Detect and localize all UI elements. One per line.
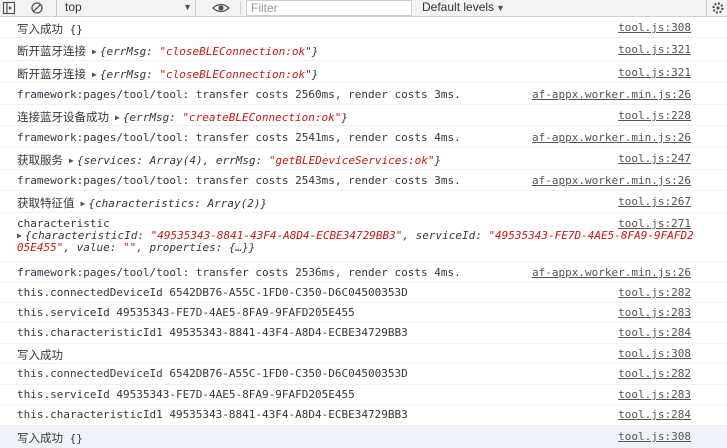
context-value: top xyxy=(65,0,82,14)
console-message: this.serviceId 49535343-FE7D-4AE5-8FA9-9… xyxy=(0,385,727,405)
console-message: 获取服务 ▶ {services: Array(4), errMsg: "getBL… xyxy=(0,148,727,170)
console-message: 断开蓝牙连接 ▶ {errMsg: "closeBLEConnection:ok"}… xyxy=(0,61,727,83)
clear-console-icon[interactable] xyxy=(30,1,44,15)
console-message: framework:pages/tool/tool: transfer cost… xyxy=(0,83,727,105)
source-link[interactable]: tool.js:308 xyxy=(618,430,691,443)
expand-triangle-icon[interactable]: ▶ xyxy=(17,231,22,240)
sidebar-toggle-icon[interactable] xyxy=(2,1,16,15)
console-message: 写入成功 {} tool.js:308 xyxy=(0,426,727,448)
chevron-down-icon: ▼ xyxy=(183,2,192,12)
eye-icon[interactable] xyxy=(211,1,231,15)
source-link[interactable]: tool.js:308 xyxy=(618,21,691,34)
toolbar-divider xyxy=(240,2,241,14)
source-link[interactable]: tool.js:308 xyxy=(618,347,691,360)
console-message: 断开蓝牙连接 ▶ {errMsg: "closeBLEConnection:ok"}… xyxy=(0,38,727,61)
console-message: this.characteristicId1 49535343-8841-43F… xyxy=(0,323,727,344)
chevron-down-icon: ▼ xyxy=(496,3,505,13)
console-message: this.serviceId 49535343-FE7D-4AE5-8FA9-9… xyxy=(0,303,727,323)
source-link[interactable]: tool.js:284 xyxy=(618,408,691,421)
source-link[interactable]: af-appx.worker.min.js:26 xyxy=(532,131,691,144)
source-link[interactable]: tool.js:228 xyxy=(618,109,691,122)
console-message: framework:pages/tool/tool: transfer cost… xyxy=(0,126,727,148)
expand-triangle-icon[interactable]: ▶ xyxy=(69,156,74,165)
console-message: this.connectedDeviceId 6542DB76-A55C-1FD… xyxy=(0,364,727,385)
console-toolbar: top ▼ Default levels▼ xyxy=(0,0,727,17)
source-link[interactable]: tool.js:282 xyxy=(618,367,691,380)
expand-triangle-icon[interactable]: ▶ xyxy=(115,113,120,122)
console-message: 获取特征值 ▶ {characteristics: Array(2)} tool.j… xyxy=(0,191,727,213)
source-link[interactable]: tool.js:284 xyxy=(618,326,691,339)
console-message: 写入成功 tool.js:308 xyxy=(0,344,727,364)
expand-triangle-icon[interactable]: ▶ xyxy=(81,199,86,208)
source-link[interactable]: tool.js:321 xyxy=(618,43,691,56)
console-message: this.connectedDeviceId 6542DB76-A55C-1FD… xyxy=(0,283,727,303)
source-link[interactable]: tool.js:283 xyxy=(618,388,691,401)
console-message: 写入成功 {} tool.js:308 xyxy=(0,17,727,38)
source-link[interactable]: tool.js:282 xyxy=(618,286,691,299)
console-message: characteristic tool.js:271 ▶ {characteris… xyxy=(0,213,727,262)
expand-triangle-icon[interactable]: ▶ xyxy=(92,70,97,79)
source-link[interactable]: tool.js:321 xyxy=(618,66,691,79)
context-selector[interactable]: top ▼ xyxy=(56,0,196,16)
log-levels-dropdown[interactable]: Default levels ▼ xyxy=(422,0,505,16)
console-message: framework:pages/tool/tool: transfer cost… xyxy=(0,262,727,283)
console-message: framework:pages/tool/tool: transfer cost… xyxy=(0,170,727,191)
source-link[interactable]: tool.js:283 xyxy=(618,306,691,319)
log-levels-label: Default levels xyxy=(422,0,495,14)
source-link[interactable]: af-appx.worker.min.js:26 xyxy=(532,266,691,279)
gear-icon[interactable] xyxy=(706,0,727,16)
console-message: this.characteristicId1 49535343-8841-43F… xyxy=(0,405,727,426)
source-link[interactable]: af-appx.worker.min.js:26 xyxy=(532,88,691,101)
source-link[interactable]: tool.js:247 xyxy=(618,152,691,165)
expand-triangle-icon[interactable]: ▶ xyxy=(92,47,97,56)
filter-input[interactable] xyxy=(246,0,412,16)
console-message: 连接蓝牙设备成功 ▶ {errMsg: "createBLEConnection:o… xyxy=(0,105,727,126)
source-link[interactable]: af-appx.worker.min.js:26 xyxy=(532,174,691,187)
source-link[interactable]: tool.js:267 xyxy=(618,195,691,208)
